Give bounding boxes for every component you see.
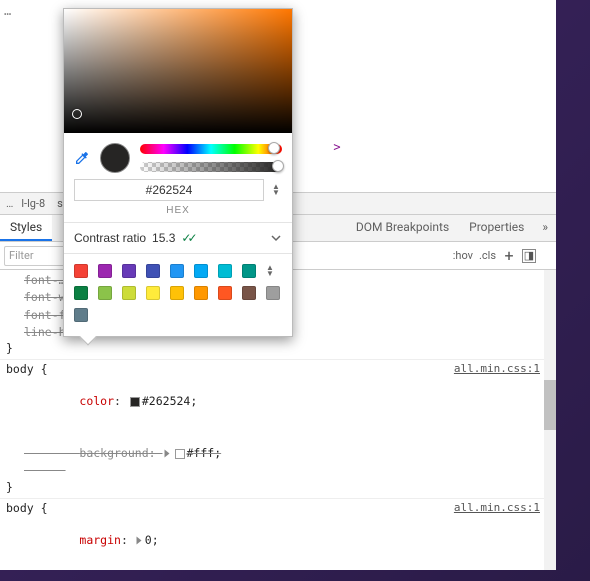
palette-swatch[interactable] — [74, 286, 88, 300]
css-property[interactable]: margin: 0; — [6, 515, 540, 567]
palette-swatch[interactable] — [194, 264, 208, 278]
palette-toggle-icon[interactable]: ▲▼ — [266, 265, 278, 277]
hue-slider[interactable] — [140, 144, 282, 154]
palette-swatch[interactable] — [242, 286, 256, 300]
scrollbar-thumb[interactable] — [544, 380, 556, 430]
cls-toggle[interactable]: .cls — [479, 249, 496, 262]
css-property[interactable]: font-family: -apple-system,BlinkMacSyste… — [6, 566, 540, 570]
palette-swatch[interactable] — [98, 286, 112, 300]
format-label: HEX — [64, 205, 292, 222]
current-color-preview — [100, 143, 130, 173]
tab-dom-breakpoints[interactable]: DOM Breakpoints — [346, 215, 459, 241]
contrast-label: Contrast ratio — [74, 231, 146, 245]
contrast-pass-icon: ✓✓ — [181, 231, 193, 245]
source-link[interactable]: all.min.css:1 — [454, 501, 540, 514]
css-rule: all.min.css:1 body { margin: 0; font-fam… — [0, 499, 556, 571]
html-tag: > — [333, 140, 340, 154]
hue-thumb[interactable] — [268, 142, 280, 154]
tabs-overflow-icon[interactable]: » — [534, 215, 556, 241]
tab-styles[interactable]: Styles — [0, 215, 52, 241]
chevron-down-icon[interactable] — [270, 232, 282, 244]
palette-swatch[interactable] — [170, 286, 184, 300]
expand-triangle-icon[interactable] — [164, 450, 169, 458]
palette-swatch[interactable] — [194, 286, 208, 300]
palette-swatch[interactable] — [74, 308, 88, 322]
expand-triangle-icon[interactable] — [136, 536, 141, 544]
ellipsis: … — [4, 4, 11, 18]
filter-placeholder: Filter — [9, 249, 34, 262]
color-picker-popover: #262524 ▲▼ HEX Contrast ratio 15.3 ✓✓ ▲▼ — [63, 8, 293, 337]
palette-swatch[interactable] — [98, 264, 112, 278]
palette-swatch[interactable] — [170, 264, 184, 278]
css-property-color[interactable]: color: #262524; — [6, 376, 540, 428]
breadcrumb-item[interactable]: l-lg-8 — [17, 195, 49, 212]
new-rule-icon[interactable]: + — [502, 249, 516, 263]
alpha-slider[interactable] — [140, 162, 282, 172]
rule-close-brace: } — [6, 480, 540, 494]
palette-swatch[interactable] — [218, 264, 232, 278]
format-toggle-icon[interactable]: ▲▼ — [270, 184, 282, 196]
palette-swatch[interactable] — [218, 286, 232, 300]
palette-swatch[interactable] — [122, 286, 136, 300]
color-spectrum[interactable] — [64, 9, 292, 133]
color-value-input[interactable]: #262524 — [74, 179, 264, 201]
css-rule: all.min.css:1 body { color: #262524; bac… — [0, 360, 556, 499]
color-swatch[interactable] — [175, 449, 185, 459]
palette-swatch[interactable] — [146, 286, 160, 300]
color-palette: ▲▼ — [64, 254, 292, 336]
css-property-background[interactable]: background: #fff; — [6, 428, 540, 480]
palette-swatch[interactable] — [266, 286, 280, 300]
spectrum-cursor[interactable] — [72, 109, 82, 119]
palette-swatch[interactable] — [242, 264, 256, 278]
source-link[interactable]: all.min.css:1 — [454, 362, 540, 375]
alpha-thumb[interactable] — [272, 160, 284, 172]
color-swatch[interactable] — [130, 397, 140, 407]
contrast-value: 15.3 — [152, 231, 175, 245]
toggle-sidebar-icon[interactable]: ◨ — [522, 249, 536, 263]
hov-toggle[interactable]: :hov — [453, 249, 473, 262]
scrollbar-track[interactable] — [544, 270, 556, 570]
palette-swatch[interactable] — [122, 264, 136, 278]
breadcrumb-overflow-left[interactable]: … — [6, 197, 13, 210]
palette-swatch[interactable] — [146, 264, 160, 278]
tab-properties[interactable]: Properties — [459, 215, 534, 241]
contrast-ratio-row[interactable]: Contrast ratio 15.3 ✓✓ — [64, 223, 292, 253]
palette-swatch[interactable] — [74, 264, 88, 278]
eyedropper-icon[interactable] — [74, 150, 90, 166]
